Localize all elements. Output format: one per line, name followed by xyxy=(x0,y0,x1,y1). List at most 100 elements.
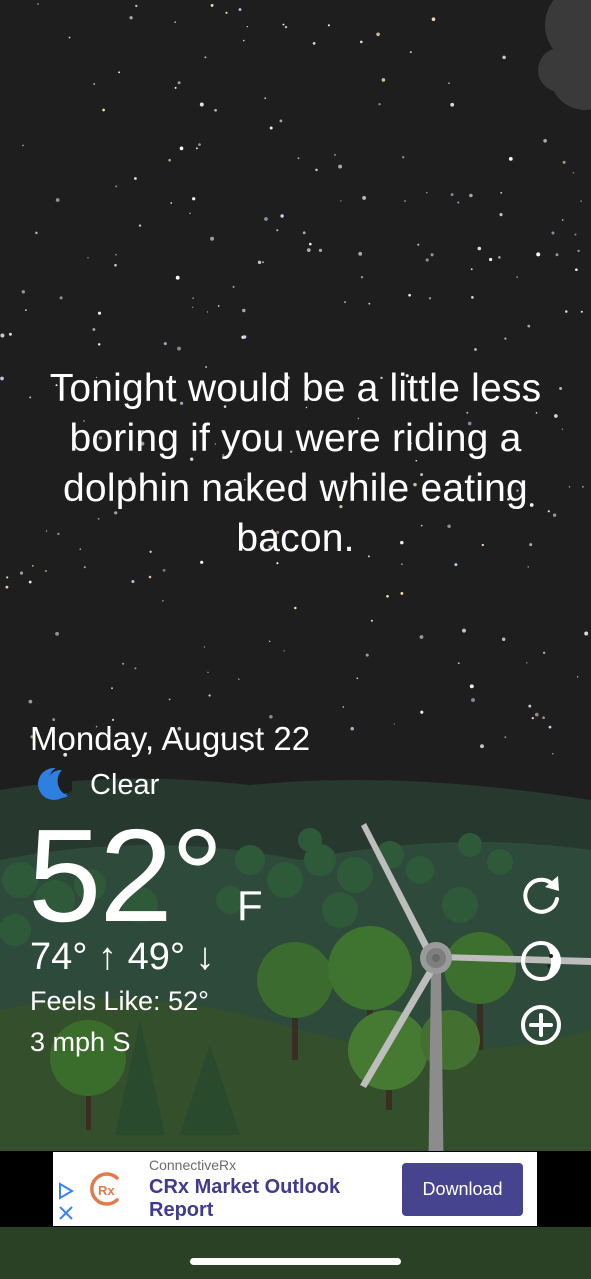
star xyxy=(168,158,171,162)
star xyxy=(584,631,589,636)
star xyxy=(0,376,4,381)
star xyxy=(22,144,24,147)
star xyxy=(192,297,194,299)
star xyxy=(195,147,198,150)
star xyxy=(360,40,363,44)
star xyxy=(342,706,345,708)
star xyxy=(55,198,60,202)
crescent-moon-icon xyxy=(38,766,72,800)
star xyxy=(575,268,578,272)
star xyxy=(5,585,9,589)
star xyxy=(207,671,209,674)
star xyxy=(135,4,138,8)
star xyxy=(0,333,5,338)
star xyxy=(448,82,450,85)
star xyxy=(203,646,206,648)
star xyxy=(59,296,63,300)
star xyxy=(246,25,248,28)
star xyxy=(536,252,541,257)
star xyxy=(204,56,207,59)
refresh-icon[interactable] xyxy=(518,872,564,918)
ad-brand-label: ConnectiveRx xyxy=(149,1157,237,1173)
star xyxy=(574,233,577,236)
star xyxy=(504,337,507,340)
star xyxy=(542,651,546,654)
star xyxy=(450,193,454,197)
star xyxy=(542,716,545,719)
star xyxy=(551,231,555,235)
star xyxy=(480,744,484,749)
ad-banner[interactable]: Rx ConnectiveRx CRx Market Outlook Repor… xyxy=(53,1152,537,1226)
star xyxy=(504,736,507,739)
star xyxy=(470,268,473,271)
star xyxy=(257,260,262,265)
star xyxy=(170,202,173,204)
star xyxy=(417,243,420,246)
star xyxy=(242,335,247,339)
star xyxy=(134,177,137,180)
weather-background-scene xyxy=(0,0,591,1279)
star xyxy=(6,576,9,579)
star xyxy=(420,710,424,714)
star xyxy=(28,580,32,584)
star xyxy=(225,11,228,14)
star xyxy=(283,650,285,652)
star xyxy=(87,257,89,259)
star xyxy=(206,311,209,313)
add-location-icon[interactable] xyxy=(518,1002,564,1048)
moon-phase-icon[interactable] xyxy=(518,938,564,984)
star xyxy=(308,242,312,246)
wind-label: 3 mph S xyxy=(30,1027,131,1057)
star xyxy=(576,676,579,678)
star xyxy=(306,248,311,252)
home-indicator[interactable] xyxy=(190,1258,401,1265)
star xyxy=(315,168,318,172)
star xyxy=(242,308,246,313)
star xyxy=(334,153,336,156)
ad-title[interactable]: CRx Market Outlook Report xyxy=(149,1176,369,1222)
star xyxy=(426,191,428,194)
ad-choices-icon[interactable] xyxy=(57,1182,75,1200)
star xyxy=(111,687,113,690)
star xyxy=(376,32,380,37)
star xyxy=(338,164,343,169)
star xyxy=(168,698,171,701)
star xyxy=(469,193,473,198)
star xyxy=(92,328,96,331)
star xyxy=(129,16,133,20)
star xyxy=(19,571,24,575)
star xyxy=(93,83,96,85)
star xyxy=(386,594,389,598)
star xyxy=(508,157,513,161)
star xyxy=(192,306,194,308)
star xyxy=(430,253,434,257)
temperature-unit: F xyxy=(237,882,263,929)
star xyxy=(419,635,424,639)
star xyxy=(162,600,164,602)
star xyxy=(122,662,125,665)
star xyxy=(174,86,177,89)
star xyxy=(262,261,264,264)
star xyxy=(8,332,12,336)
star xyxy=(552,753,554,755)
star xyxy=(232,285,235,288)
star xyxy=(488,257,493,262)
witty-forecast-text: Tonight would be a little less boring if… xyxy=(49,367,542,560)
star xyxy=(358,251,363,256)
star xyxy=(279,119,283,123)
star xyxy=(276,229,279,232)
ad-close-icon[interactable] xyxy=(57,1204,75,1222)
star xyxy=(577,249,580,253)
star xyxy=(499,213,503,217)
ad-download-button[interactable]: Download xyxy=(402,1163,523,1216)
star xyxy=(477,246,482,251)
star xyxy=(238,8,242,12)
star xyxy=(264,217,268,221)
star xyxy=(97,343,101,346)
star xyxy=(400,591,404,595)
high-low-temperature: 74° ↑ 49° ↓ xyxy=(30,936,215,978)
star xyxy=(115,253,117,256)
star xyxy=(284,25,288,29)
star xyxy=(531,716,534,720)
star xyxy=(362,195,367,200)
